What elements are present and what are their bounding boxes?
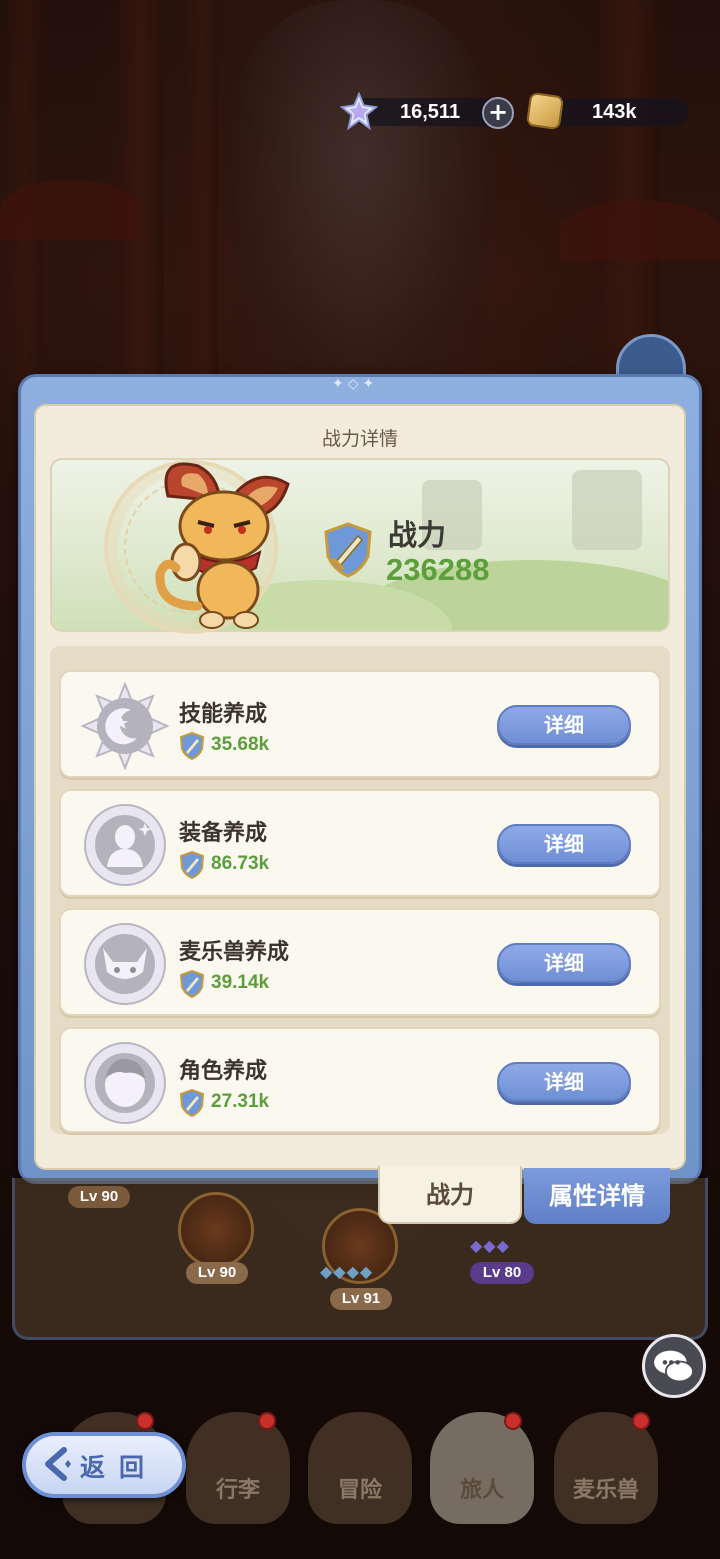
power-shield-icon	[179, 851, 205, 879]
nav-label: 旅人	[459, 1478, 504, 1503]
power-shield-icon	[324, 522, 372, 578]
level-badge: Lv 80	[470, 1262, 534, 1284]
tab-power[interactable]: 战力	[378, 1166, 522, 1224]
category-power-value: 35.68k	[211, 734, 270, 755]
category-label: 装备养成	[179, 821, 268, 846]
level-badge: Lv 90	[186, 1262, 248, 1284]
category-power-value: 39.14k	[211, 972, 270, 993]
gold-coin-icon	[525, 91, 565, 131]
cat-face-icon	[84, 923, 166, 1005]
total-power-label: 战力	[388, 518, 447, 552]
total-power-value: 236288	[386, 552, 490, 587]
star-rating: ◆◆◆◆	[320, 1262, 374, 1281]
add-gems-button[interactable]: +	[482, 97, 514, 129]
category-label: 角色养成	[179, 1059, 268, 1084]
power-shield-icon	[179, 970, 205, 998]
hero-portrait[interactable]	[178, 1192, 254, 1268]
detail-button[interactable]: 详细	[497, 824, 631, 864]
list-item-pet: 麦乐兽养成 39.14k 详细	[59, 908, 661, 1016]
tab-attribute-details[interactable]: 属性详情	[524, 1168, 670, 1224]
notification-dot	[136, 1412, 154, 1430]
rock	[572, 470, 642, 550]
category-power-value: 27.31k	[211, 1091, 270, 1112]
figure-icon	[84, 804, 166, 886]
chat-button[interactable]	[642, 1334, 706, 1398]
list-item-equipment: 装备养成 86.73k 详细	[59, 789, 661, 897]
level-badge: Lv 91	[330, 1288, 392, 1310]
nav-item-adventure[interactable]	[308, 1412, 412, 1524]
power-shield-icon	[179, 732, 205, 760]
back-arrow-icon	[45, 1447, 71, 1481]
gold-amount: 143k	[592, 101, 637, 123]
detail-button[interactable]: 详细	[497, 1062, 631, 1102]
star-crystal-icon	[340, 92, 378, 130]
chat-bubble-icon	[654, 1350, 694, 1383]
detail-button[interactable]: 详细	[497, 705, 631, 745]
level-badge: Lv 90	[68, 1186, 130, 1208]
category-power-value: 86.73k	[211, 853, 270, 874]
gem-amount: 16,511	[400, 101, 461, 123]
nav-label: 麦乐兽	[572, 1478, 639, 1503]
notification-dot	[258, 1412, 276, 1430]
back-label: 返回	[80, 1453, 159, 1482]
cat-mascot-icon	[155, 462, 290, 629]
nav-item-bag[interactable]	[186, 1412, 290, 1524]
nav-item-traveler[interactable]	[430, 1412, 534, 1524]
nav-label: 冒险	[337, 1478, 382, 1503]
notification-dot	[504, 1412, 522, 1430]
detail-button[interactable]: 详细	[497, 943, 631, 983]
moon-star-icon	[81, 682, 169, 770]
panel-ornament: ✦◇✦	[332, 376, 379, 392]
category-label: 技能养成	[179, 702, 268, 727]
list-item-character: 角色养成 27.31k 详细	[59, 1027, 661, 1133]
dialog-title: 战力详情	[321, 428, 398, 450]
notification-dot	[632, 1412, 650, 1430]
power-shield-icon	[179, 1089, 205, 1117]
star-rating: ◆◆◆	[470, 1236, 510, 1255]
category-label: 麦乐兽养成	[179, 940, 290, 965]
list-item-skill: 技能养成 35.68k 详细	[59, 670, 661, 778]
nav-label: 行李	[215, 1478, 260, 1503]
character-head-icon	[84, 1042, 166, 1124]
